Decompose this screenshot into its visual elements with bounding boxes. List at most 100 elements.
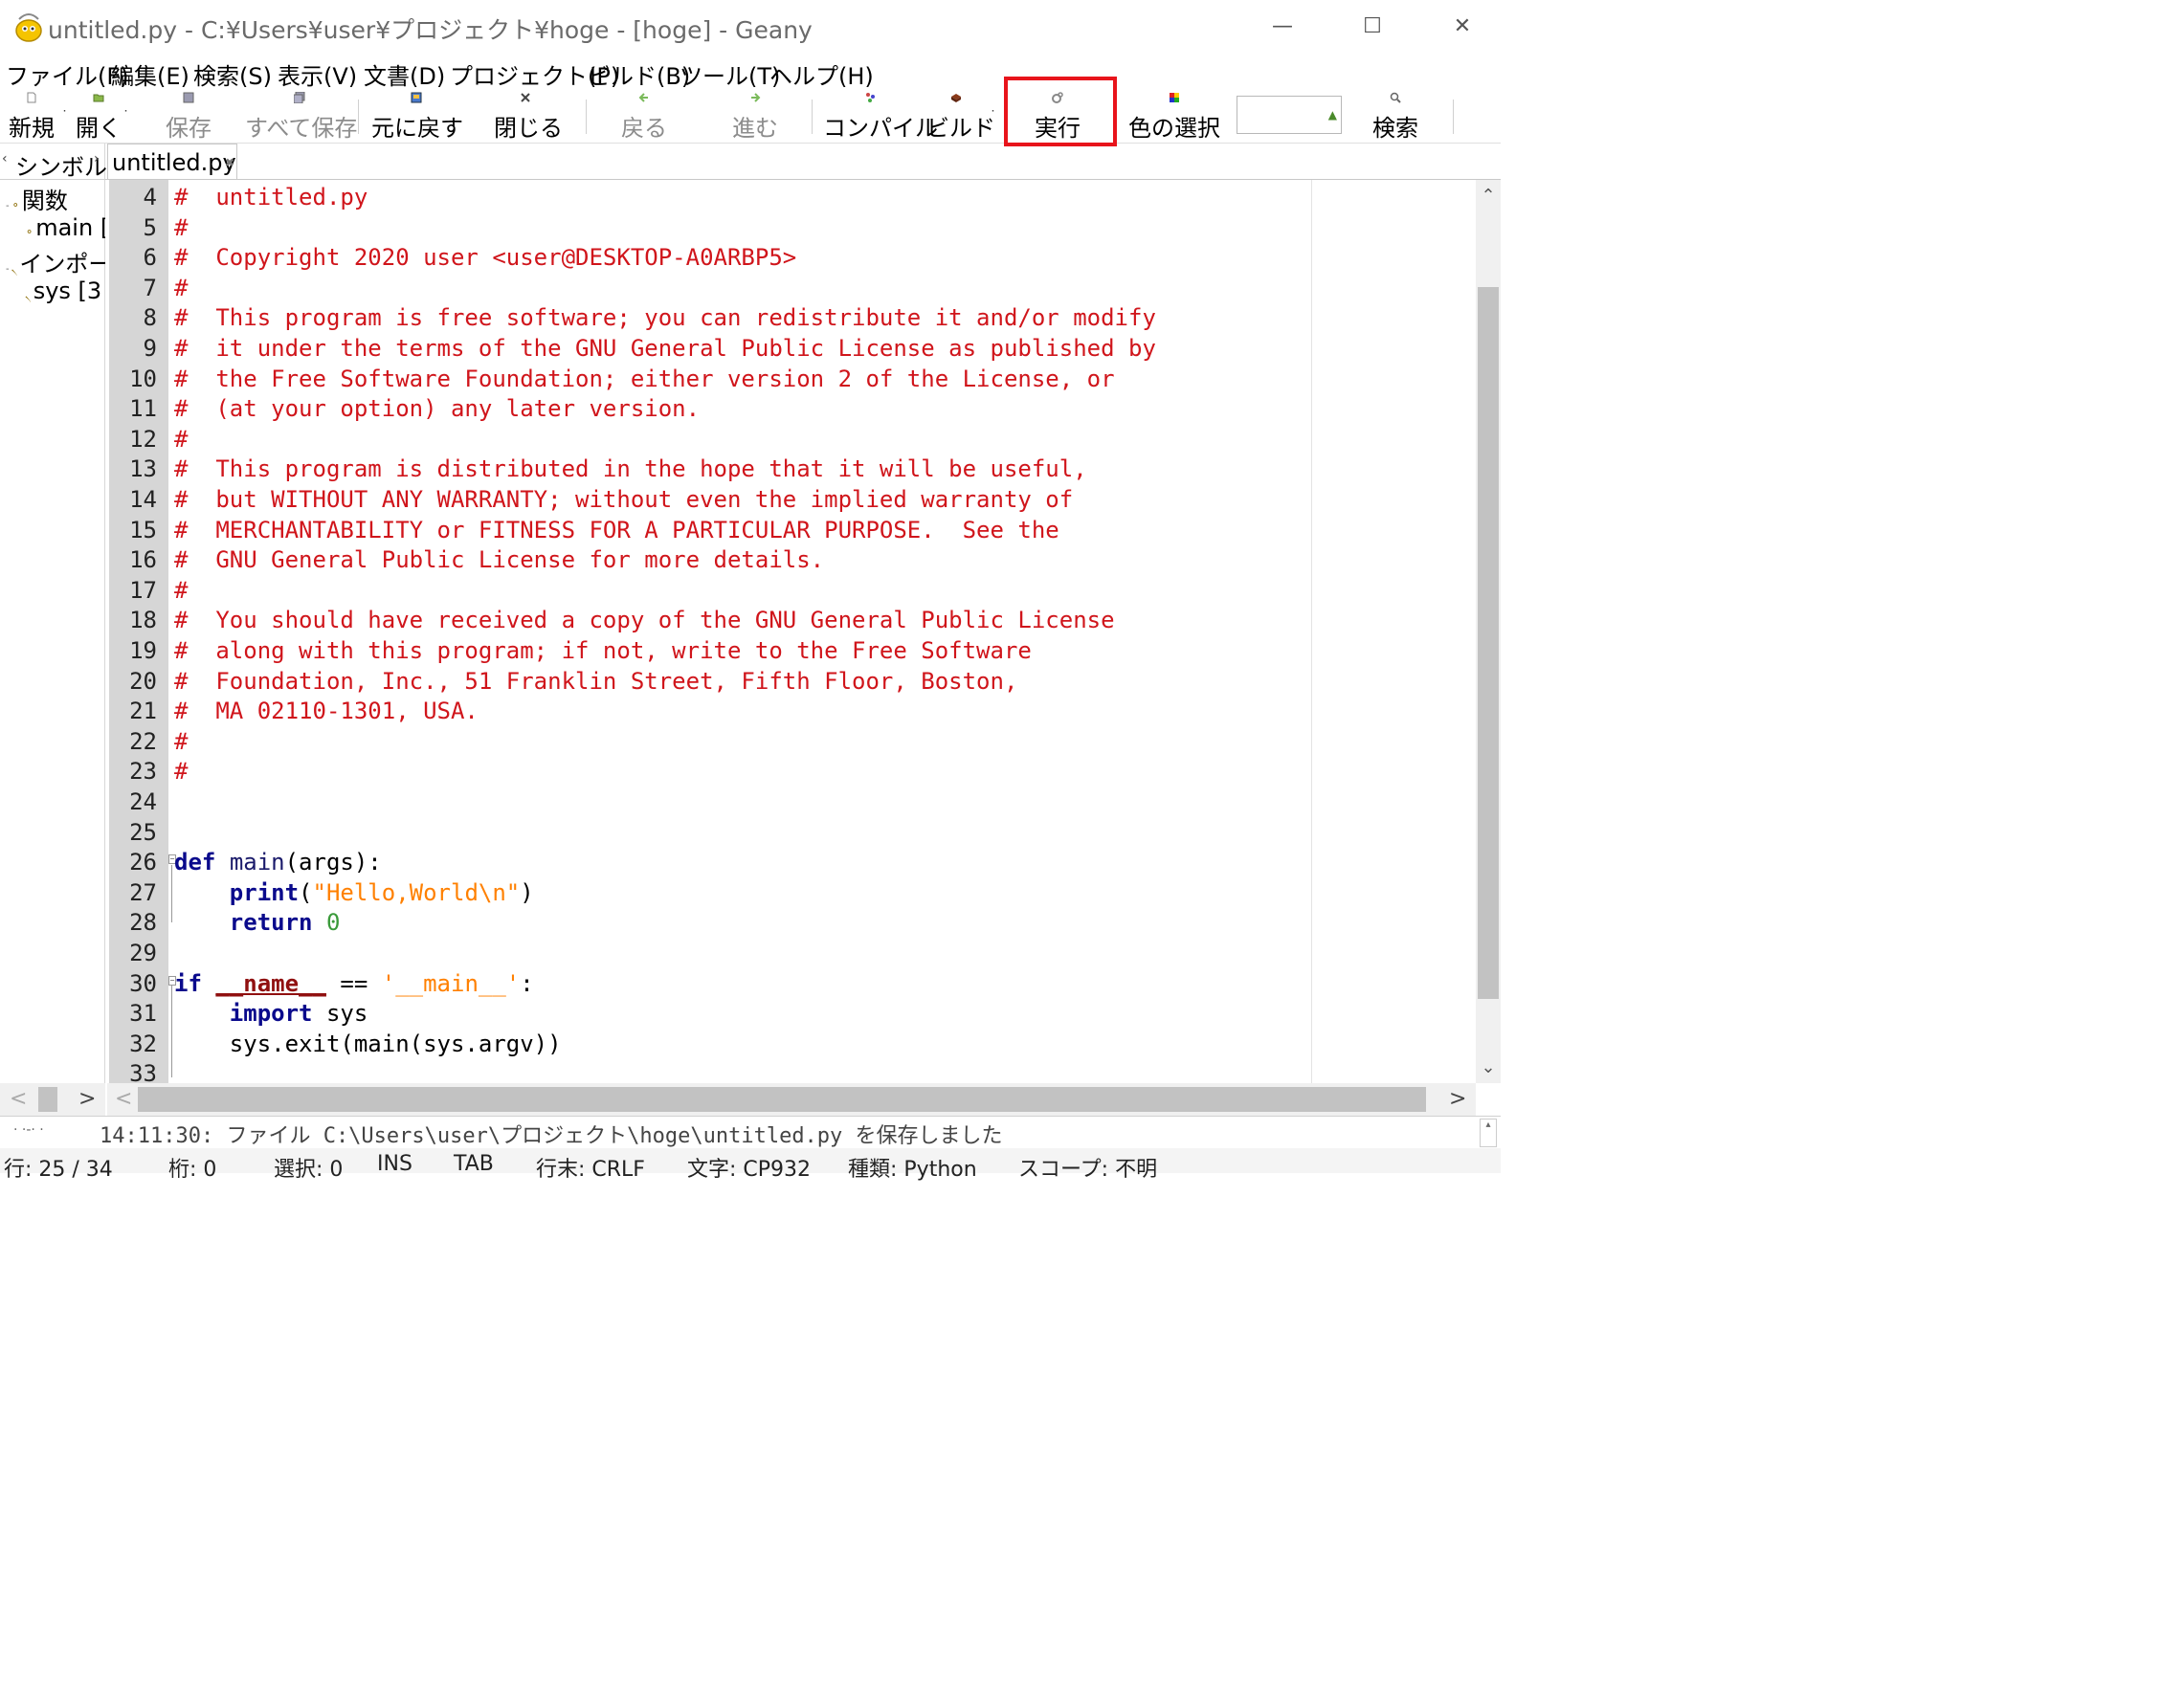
open-button[interactable]: 開く <box>75 90 123 144</box>
tab-untitled-py[interactable]: untitled.py ✖ <box>107 144 237 180</box>
tab-scroll-left-icon[interactable]: ‹ <box>2 151 8 166</box>
compile-button[interactable]: コンパイル <box>823 90 938 144</box>
maximize-button[interactable]: ☐ <box>1351 8 1393 46</box>
status-line: 行: 25 / 34 <box>4 1158 113 1182</box>
vertical-scrollbar[interactable]: ⌃ ⌄ <box>1476 180 1501 1083</box>
code-line[interactable]: 6 # Copyright 2020 user <user@DESKTOP-A0A… <box>105 240 1476 271</box>
menu-tools[interactable]: ツール(T) <box>680 57 780 91</box>
close-button[interactable]: 閉じる <box>494 90 563 144</box>
menu-view[interactable]: 表示(V) <box>278 57 357 91</box>
scrollbar-thumb[interactable] <box>1478 287 1499 999</box>
code-line[interactable]: 18 # You should have received a copy of t… <box>105 603 1476 633</box>
scroll-right-icon[interactable]: > <box>78 1087 96 1111</box>
code-line[interactable]: 26− def main(args): <box>105 845 1476 876</box>
line-number: 10 <box>129 365 157 392</box>
code-line[interactable]: 15 # MERCHANTABILITY or FITNESS FOR A PAR… <box>105 513 1476 543</box>
code-line[interactable]: 19 # along with this program; if not, wri… <box>105 633 1476 664</box>
open-dropdown-icon[interactable]: ˙ <box>123 109 129 124</box>
menu-search[interactable]: 検索(S) <box>193 57 272 91</box>
forward-button[interactable]: 進む <box>727 90 783 144</box>
code-text: # <box>174 274 189 301</box>
editor-horizontal-scrollbar[interactable]: < > <box>107 1083 1476 1116</box>
code-line[interactable]: 24 <box>105 785 1476 815</box>
tree-expander-icon[interactable]: - <box>6 264 10 275</box>
close-tab-icon[interactable]: ✖ <box>225 156 234 169</box>
search-button[interactable]: 検索 <box>1365 90 1426 144</box>
line-number: 25 <box>129 818 157 846</box>
code-line[interactable]: 10 # the Free Software Foundation; either… <box>105 362 1476 392</box>
scroll-right-icon[interactable]: > <box>1449 1087 1466 1111</box>
code-editor[interactable]: 4 # untitled.py 5 #6 # Copyright 2020 user <… <box>105 180 1476 1083</box>
code-line[interactable]: 22 # <box>105 724 1476 755</box>
code-line[interactable]: 8 # This program is free software; you ca… <box>105 300 1476 331</box>
sidebar-tab-symbols[interactable]: ‹ シンボル › <box>0 144 107 181</box>
back-button[interactable]: 戻る <box>616 90 672 144</box>
color-chooser-label: 色の選択 <box>1128 115 1220 142</box>
code-line[interactable]: 27 print("Hello,World\n") <box>105 876 1476 906</box>
code-line[interactable]: 13 # This program is distributed in the h… <box>105 452 1476 482</box>
save-button[interactable]: 保存 <box>159 90 218 144</box>
line-number: 20 <box>129 667 157 695</box>
scroll-left-icon[interactable]: < <box>115 1087 132 1111</box>
menu-help[interactable]: ヘルプ(H) <box>769 57 874 91</box>
save-all-button[interactable]: すべて保存 <box>245 90 357 144</box>
line-number: 8 <box>143 304 157 332</box>
code-line[interactable]: 29 <box>105 936 1476 966</box>
code-text: # <box>174 758 189 786</box>
code-line[interactable]: 5 # <box>105 211 1476 241</box>
line-number: 5 <box>143 213 157 241</box>
menu-document[interactable]: 文書(D) <box>364 57 445 91</box>
code-line[interactable]: 4 # untitled.py <box>105 180 1476 211</box>
message-tabs-icon[interactable]: · ·-· · <box>13 1122 44 1138</box>
revert-button[interactable]: 元に戻す <box>371 90 463 144</box>
color-chooser-button[interactable]: 色の選択 <box>1127 90 1221 144</box>
code-line[interactable]: 16 # GNU General Public License for more … <box>105 543 1476 573</box>
code-line[interactable]: 14 # but WITHOUT ANY WARRANTY; without ev… <box>105 482 1476 513</box>
code-line[interactable]: 7 # <box>105 271 1476 301</box>
line-number: 9 <box>143 335 157 362</box>
close-window-button[interactable]: ✕ <box>1441 8 1483 46</box>
code-line[interactable]: 30− if __name__ == '__main__': <box>105 966 1476 997</box>
code-line[interactable]: 20 # Foundation, Inc., 51 Franklin Street… <box>105 664 1476 695</box>
menu-edit[interactable]: 編集(E) <box>111 57 189 91</box>
code-line[interactable]: 32 sys.exit(main(sys.argv)) <box>105 1027 1476 1057</box>
code-line[interactable]: 9 # it under the terms of the GNU General… <box>105 331 1476 362</box>
build-button[interactable]: ビルド <box>926 90 995 144</box>
code-line[interactable]: 31 import sys <box>105 996 1476 1027</box>
code-line[interactable]: 28 return 0 <box>105 905 1476 936</box>
revert-label: 元に戻す <box>371 115 463 142</box>
scroll-up-icon[interactable]: ⌃ <box>1476 186 1501 206</box>
scrollbar-thumb[interactable] <box>138 1087 1426 1112</box>
new-button[interactable]: 新規 <box>4 90 59 144</box>
tab-scroll-right-icon[interactable]: › <box>94 151 100 166</box>
scrollbar-thumb[interactable] <box>38 1087 57 1112</box>
code-text: # (at your option) any later version. <box>174 395 701 423</box>
code-line[interactable]: 25 <box>105 815 1476 846</box>
minimize-button[interactable]: — <box>1261 8 1304 46</box>
tree-item-functions[interactable]: - ⚬関数 <box>6 182 68 215</box>
status-indent: TAB <box>454 1152 494 1176</box>
sidebar-horizontal-scrollbar[interactable]: < > <box>0 1083 105 1116</box>
open-folder-icon <box>93 94 104 102</box>
build-dropdown-icon[interactable]: ˙ <box>990 109 996 124</box>
tree-item-imports[interactable]: - ৲インポー <box>6 245 111 278</box>
code-line[interactable]: 23 # <box>105 754 1476 785</box>
code-line[interactable]: 33 <box>105 1056 1476 1083</box>
code-line[interactable]: 21 # MA 02110-1301, USA. <box>105 694 1476 724</box>
tree-item-main[interactable]: ⚬main [ <box>25 214 109 241</box>
sidebar: ‹ シンボル › - ⚬関数 ⚬main [ - ৲インポー ৲sys [3 <box>0 144 111 1110</box>
menu-build[interactable]: ビルド(B) <box>588 57 690 91</box>
scroll-down-icon[interactable]: ⌄ <box>1476 1057 1501 1077</box>
new-dropdown-icon[interactable]: ˙ <box>61 109 68 124</box>
message-scroll-icon[interactable]: ▴ <box>1480 1119 1497 1147</box>
toolbar-search-entry[interactable]: ▲ <box>1237 96 1342 134</box>
entry-spin-icon[interactable]: ▲ <box>1328 108 1337 122</box>
code-line[interactable]: 11 # (at your option) any later version. <box>105 391 1476 422</box>
code-line[interactable]: 12 # <box>105 422 1476 453</box>
forward-arrow-icon <box>751 93 761 102</box>
code-line[interactable]: 17 # <box>105 573 1476 604</box>
scroll-left-icon[interactable]: < <box>10 1087 27 1111</box>
tree-expander-icon[interactable]: - <box>6 201 10 211</box>
code-text: # This program is free software; you can… <box>174 304 1156 332</box>
tree-item-sys[interactable]: ৲sys [3 <box>25 277 101 305</box>
